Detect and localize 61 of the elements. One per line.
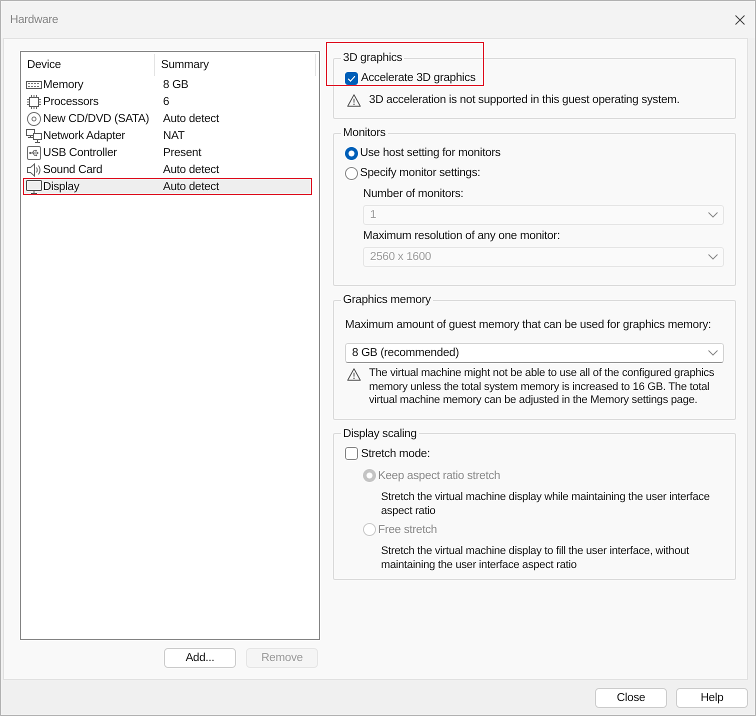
checkbox[interactable] bbox=[345, 72, 358, 84]
device-row[interactable]: USB Controller Present bbox=[23, 144, 312, 161]
device-summary: Auto detect bbox=[163, 162, 219, 176]
option-description: Stretch the virtual machine display while maintaining the user interface aspect ratio bbox=[381, 490, 711, 518]
close-icon[interactable] bbox=[735, 14, 745, 24]
two-computers-icon bbox=[26, 128, 42, 142]
field-label: Maximum resolution of any one monitor: bbox=[363, 229, 561, 243]
window-title: Hardware bbox=[10, 12, 58, 26]
group-title: 3D graphics bbox=[342, 51, 404, 65]
dropdown-field[interactable]: 8 GB (recommended) bbox=[345, 343, 724, 363]
field-label: Number of monitors: bbox=[363, 187, 464, 201]
group-title: Graphics memory bbox=[342, 293, 432, 307]
option-description: Stretch the virtual machine display to fill the user interface, without maintaining the user interface aspect ratio bbox=[381, 544, 690, 572]
warning-icon bbox=[347, 368, 361, 381]
radio-button[interactable] bbox=[345, 166, 358, 180]
help-button[interactable]: Help bbox=[676, 688, 748, 708]
radio-button[interactable] bbox=[345, 146, 358, 160]
column-header[interactable]: Device bbox=[21, 54, 155, 76]
warning-text: The virtual machine might not be able to use all of the configured graphics memory unless the total system memory is increased to 16 GB. The total virtual machine memory can be adjusted in the Memory settings page. bbox=[369, 367, 716, 408]
device-name: Sound Card bbox=[43, 162, 104, 176]
device-summary: Auto detect bbox=[163, 180, 219, 194]
chip-icon bbox=[26, 94, 42, 108]
device-summary: 6 bbox=[163, 94, 170, 108]
device-summary: 8 GB bbox=[163, 78, 188, 92]
chevron-down-icon bbox=[708, 254, 718, 260]
device-name: Network Adapter bbox=[43, 128, 126, 142]
checkbox-label: Stretch mode: bbox=[361, 446, 430, 460]
radio-label: Keep aspect ratio stretch bbox=[378, 468, 500, 482]
device-row[interactable]: Processors 6 bbox=[23, 93, 312, 110]
device-summary: Auto detect bbox=[163, 112, 219, 126]
checkbox-label: Accelerate 3D graphics bbox=[361, 71, 476, 85]
field-label: Maximum amount of guest memory that can be used for graphics memory: bbox=[345, 318, 712, 332]
device-row[interactable]: New CD/DVD (SATA) Auto detect bbox=[23, 110, 312, 127]
device-name: Display bbox=[43, 180, 80, 194]
device-row[interactable]: Sound Card Auto detect bbox=[23, 161, 312, 178]
warning-icon bbox=[347, 94, 361, 107]
device-row[interactable]: Display Auto detect bbox=[23, 178, 312, 195]
warning-text: 3D acceleration is not supported in this guest operating system. bbox=[369, 93, 680, 107]
close-button[interactable]: Close bbox=[595, 688, 667, 708]
device-summary: NAT bbox=[163, 128, 185, 142]
add-button[interactable]: Add... bbox=[164, 648, 236, 668]
device-name: Processors bbox=[43, 94, 100, 108]
chevron-down-icon bbox=[708, 350, 718, 356]
device-summary: Present bbox=[163, 146, 202, 160]
usb-symbol-icon bbox=[26, 146, 42, 160]
chevron-down-icon bbox=[708, 212, 718, 218]
disc-icon bbox=[26, 112, 42, 126]
group-title: Monitors bbox=[342, 126, 386, 140]
radio-label: Use host setting for monitors bbox=[360, 146, 501, 160]
device-name: New CD/DVD (SATA) bbox=[43, 112, 150, 126]
radio-label: Free stretch bbox=[378, 522, 437, 536]
device-row[interactable]: Network Adapter NAT bbox=[23, 127, 312, 144]
radio-label: Specify monitor settings: bbox=[360, 166, 480, 180]
device-name: USB Controller bbox=[43, 146, 118, 160]
checkbox[interactable] bbox=[345, 447, 358, 460]
group-title: Display scaling bbox=[342, 426, 418, 440]
column-header[interactable]: Summary bbox=[155, 54, 316, 76]
monitor-icon bbox=[26, 180, 42, 194]
speaker-icon bbox=[26, 162, 42, 176]
device-name: Memory bbox=[43, 78, 84, 92]
device-row[interactable]: Memory 8 GB bbox=[23, 76, 312, 93]
